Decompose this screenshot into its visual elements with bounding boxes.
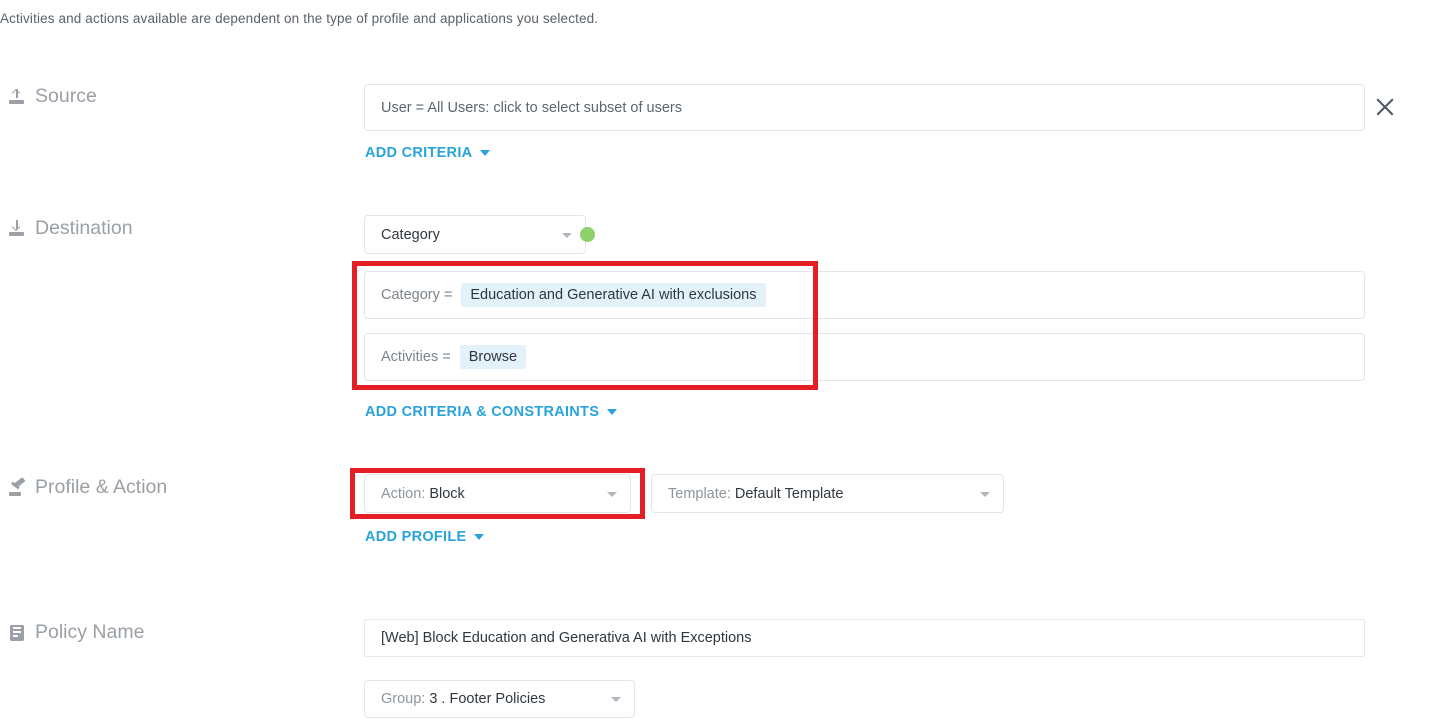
policy-name-value: [Web] Block Education and Generativa AI … (381, 630, 752, 646)
upload-icon (9, 88, 26, 105)
action-select-value: Block (429, 485, 465, 502)
destination-status-dot (580, 227, 595, 242)
destination-type-select[interactable]: Category (364, 215, 586, 254)
add-criteria-link[interactable]: ADD CRITERIA (365, 145, 491, 161)
profile-action-label-text: Profile & Action (35, 476, 168, 498)
source-criteria-value: User = All Users: click to select subset… (381, 99, 682, 116)
template-select-value: Default Template (734, 485, 844, 502)
source-criteria-field[interactable]: User = All Users: click to select subset… (364, 84, 1365, 131)
group-select[interactable]: Group: 3 . Footer Policies (364, 680, 635, 718)
add-criteria-constraints-label: ADD CRITERIA & CONSTRAINTS (365, 404, 600, 420)
criteria-key: Activities = (381, 349, 451, 365)
criteria-key: Category = (381, 287, 453, 303)
source-section-label: Source (9, 85, 97, 108)
chevron-down-icon (980, 491, 990, 497)
destination-type-value: Category (381, 226, 440, 243)
criteria-chip[interactable]: Education and Generative AI with exclusi… (461, 283, 766, 307)
group-select-value: 3 . Footer Policies (429, 691, 546, 707)
chevron-down-icon (611, 697, 621, 702)
chevron-down-icon (607, 491, 617, 497)
criteria-chip[interactable]: Browse (459, 345, 527, 369)
add-profile-link[interactable]: ADD PROFILE (365, 529, 485, 545)
destination-criteria-row-activities[interactable]: Activities = Browse (364, 333, 1365, 381)
template-select[interactable]: Template: Default Template (651, 474, 1004, 513)
add-criteria-label: ADD CRITERIA (365, 145, 473, 161)
chevron-down-icon (474, 534, 485, 540)
action-select-prefix: Action: (381, 485, 426, 502)
document-icon (9, 624, 26, 641)
source-remove-close-icon[interactable] (1372, 94, 1398, 120)
chevron-down-icon (562, 232, 572, 238)
group-select-prefix: Group: (381, 691, 426, 707)
action-select[interactable]: Action: Block (364, 474, 631, 513)
add-profile-label: ADD PROFILE (365, 529, 467, 545)
destination-criteria-row-category[interactable]: Category = Education and Generative AI w… (364, 271, 1365, 319)
gavel-icon (9, 476, 26, 496)
policy-name-section-label: Policy Name (9, 621, 144, 644)
policy-editor-page: Activities and actions available are dep… (0, 0, 1433, 721)
source-label-text: Source (35, 85, 97, 107)
profile-action-section-label: Profile & Action (9, 476, 167, 499)
policy-name-label-text: Policy Name (35, 621, 145, 643)
helper-text: Activities and actions available are dep… (0, 11, 599, 26)
chevron-down-icon (480, 150, 491, 156)
download-icon (9, 220, 26, 237)
destination-label-text: Destination (35, 217, 133, 239)
template-select-prefix: Template: (668, 485, 731, 502)
add-criteria-constraints-link[interactable]: ADD CRITERIA & CONSTRAINTS (365, 404, 618, 420)
destination-section-label: Destination (9, 217, 133, 240)
policy-name-input[interactable]: [Web] Block Education and Generativa AI … (364, 619, 1365, 657)
chevron-down-icon (607, 409, 618, 415)
